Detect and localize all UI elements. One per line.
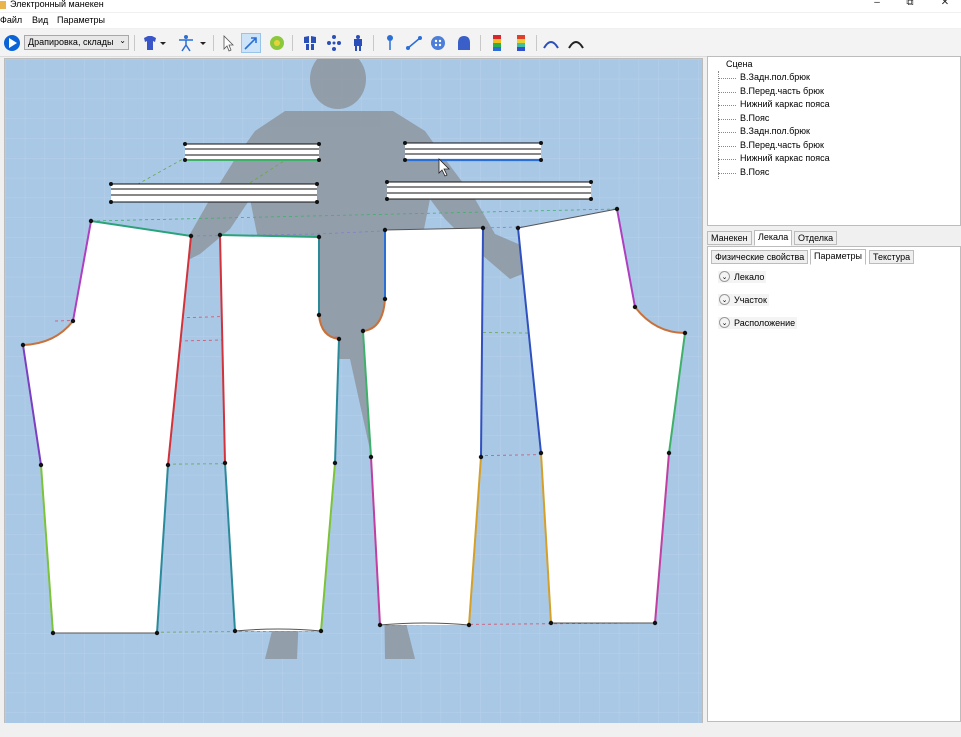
pose-dropdown-icon[interactable] — [198, 33, 208, 53]
measure-line-icon[interactable] — [404, 33, 424, 53]
arc-tool-icon[interactable] — [566, 33, 586, 53]
tree-connector — [718, 146, 736, 147]
section-placement[interactable]: ⌄ Расположение — [718, 317, 798, 329]
pin-icon[interactable] — [380, 33, 400, 53]
tree-item[interactable]: Нижний каркас пояса — [740, 99, 830, 109]
mannequin-icon[interactable] — [348, 33, 368, 53]
toolbar: Драпировка, склады ⌄ — [0, 29, 961, 57]
gear-flower-icon[interactable] — [267, 33, 287, 53]
section-pattern[interactable]: ⌄ Лекало — [718, 271, 767, 283]
toolbar-separator — [373, 35, 374, 51]
tree-connector — [718, 105, 736, 106]
restore-button[interactable]: ⧉ — [895, 0, 925, 11]
tab-texture[interactable]: Текстура — [869, 250, 915, 264]
mode-select-value: Драпировка, склады — [28, 37, 114, 47]
app-icon — [0, 1, 6, 9]
tree-item[interactable]: Нижний каркас пояса — [740, 153, 830, 163]
tree-connector — [718, 71, 719, 179]
properties-panel: Физические свойства Параметры Текстура ⌄… — [707, 246, 961, 722]
section-label: Расположение — [734, 318, 796, 328]
tab-mannequin[interactable]: Манекен — [707, 231, 752, 245]
tree-connector — [718, 119, 736, 120]
pattern-pieces-icon[interactable] — [300, 33, 320, 53]
mannequin-pose-icon[interactable] — [176, 33, 196, 53]
window-title: Электронный манекен — [10, 0, 104, 9]
menu-bar: Файл Вид Параметры — [0, 13, 961, 28]
curve-tool-icon[interactable] — [541, 33, 561, 53]
section-label: Участок — [734, 295, 767, 305]
points-icon[interactable] — [324, 33, 344, 53]
drawing-canvas[interactable] — [4, 58, 703, 724]
tree-connector — [718, 78, 736, 79]
tree-item[interactable]: В.Перед.часть брюк — [740, 86, 824, 96]
tab-finishing[interactable]: Отделка — [794, 231, 838, 245]
tree-item[interactable]: В.Перед.часть брюк — [740, 140, 824, 150]
menu-parameters[interactable]: Параметры — [57, 15, 105, 25]
tree-connector — [718, 132, 736, 133]
chevron-down-icon: ⌄ — [719, 271, 730, 282]
tension-map-icon[interactable] — [487, 33, 507, 53]
tree-connector — [718, 92, 736, 93]
scene-tree[interactable]: Сцена В.Задн.пол.брюк В.Перед.часть брюк… — [707, 56, 961, 226]
title-bar: Электронный манекен – ⧉ ✕ — [0, 0, 961, 12]
tab-physical-properties[interactable]: Физические свойства — [711, 250, 809, 264]
minimize-button[interactable]: – — [862, 0, 892, 11]
bell-shape-icon[interactable] — [454, 33, 474, 53]
section-label: Лекало — [734, 272, 765, 282]
tree-item[interactable]: В.Пояс — [740, 113, 769, 123]
tab-parameters[interactable]: Параметры — [810, 249, 866, 265]
toolbar-separator — [536, 35, 537, 51]
stretch-map-icon[interactable] — [511, 33, 531, 53]
chevron-down-icon: ⌄ — [719, 294, 730, 305]
scene-tree-root[interactable]: Сцена — [726, 59, 753, 69]
tree-item[interactable]: В.Задн.пол.брюк — [740, 72, 810, 82]
menu-file[interactable]: Файл — [0, 15, 22, 25]
tree-connector — [718, 159, 736, 160]
tree-item[interactable]: В.Задн.пол.брюк — [740, 126, 810, 136]
section-segment[interactable]: ⌄ Участок — [718, 294, 769, 306]
button-tool-icon[interactable] — [428, 33, 448, 53]
tree-item[interactable]: В.Пояс — [740, 167, 769, 177]
chevron-down-icon: ⌄ — [119, 36, 126, 45]
toolbar-separator — [134, 35, 135, 51]
garment-dropdown-icon[interactable] — [158, 33, 168, 53]
move-tool-icon[interactable] — [241, 33, 261, 53]
garment-icon[interactable] — [140, 33, 160, 53]
close-button[interactable]: ✕ — [930, 0, 960, 11]
tree-connector — [718, 173, 736, 174]
play-icon[interactable] — [2, 33, 22, 53]
toolbar-separator — [480, 35, 481, 51]
select-cursor-icon[interactable] — [218, 33, 238, 53]
toolbar-separator — [292, 35, 293, 51]
toolbar-separator — [213, 35, 214, 51]
mode-select[interactable]: Драпировка, склады ⌄ — [24, 35, 129, 50]
chevron-down-icon: ⌄ — [719, 317, 730, 328]
tab-patterns[interactable]: Лекала — [754, 230, 793, 246]
menu-view[interactable]: Вид — [32, 15, 48, 25]
canvas-drawing — [5, 59, 702, 723]
status-bar — [0, 723, 961, 737]
